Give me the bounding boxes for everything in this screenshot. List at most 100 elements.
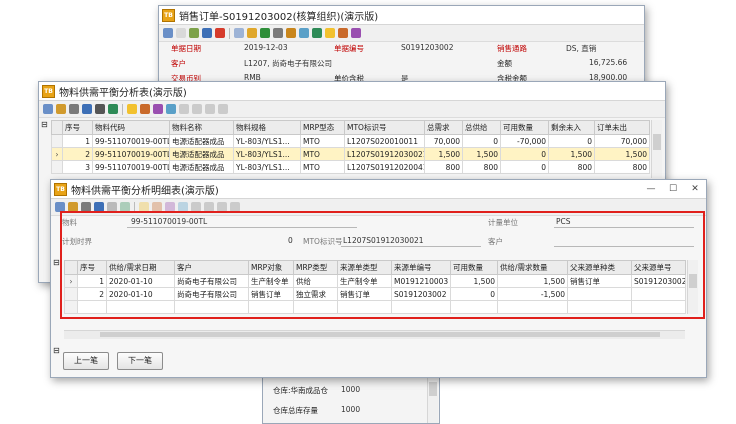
maximize-icon[interactable]: ☐ [662,184,684,194]
copy-icon[interactable] [234,28,244,38]
close-icon[interactable]: ✕ [684,184,706,194]
column-header[interactable]: 客户 [174,260,249,275]
column-header[interactable]: 父来源单号 [631,260,686,275]
home-icon[interactable] [140,104,150,114]
scrollbar-thumb[interactable] [653,134,661,150]
chat-icon[interactable] [153,104,163,114]
column-header[interactable]: MRP对象 [248,260,294,275]
last-record-icon[interactable] [218,104,228,114]
delete-icon[interactable] [215,28,225,38]
channel-value[interactable]: DS, 直销 [566,43,596,54]
sales-order-titlebar[interactable]: TB 销售订单-S0191203002(核算组织)(演示版) [159,6,644,25]
report-icon[interactable] [299,28,309,38]
column-header[interactable]: 来源单编号 [391,260,451,275]
column-header[interactable]: MRP型态 [300,120,345,135]
next-record-icon[interactable] [205,104,215,114]
search-icon[interactable] [163,28,173,38]
mail-icon[interactable] [338,28,348,38]
column-header[interactable]: 序号 [62,120,93,135]
minimize-icon[interactable]: — [640,184,662,194]
customer-value[interactable]: L1207, 尚奇电子有限公司 [244,58,332,69]
unit-value[interactable]: PCS [556,217,571,226]
column-header[interactable]: 物料代码 [92,120,170,135]
material-value[interactable]: 99-511070019-00TL [131,217,207,226]
balance-analysis-titlebar[interactable]: TB 物料供需平衡分析表(演示版) [39,82,665,101]
detail-grid-hscrollbar[interactable] [64,330,685,339]
scrollbar-thumb[interactable] [100,332,660,337]
grid-icon[interactable] [178,202,188,212]
save-icon[interactable] [202,28,212,38]
order-date-value[interactable]: 2019-12-03 [244,43,288,52]
prev-record-icon[interactable] [204,202,214,212]
new-doc-icon[interactable] [176,28,186,38]
prev-record-icon[interactable] [192,104,202,114]
table-row-selected[interactable]: › 1 2020-01-10 尚奇电子有限公司 生产制令单 供给 生产制令单 M… [64,274,686,288]
table-row[interactable]: 2 2020-01-10 尚奇电子有限公司 销售订单 独立需求 销售订单 S01… [64,287,686,301]
home-icon[interactable] [152,202,162,212]
column-header[interactable]: 可用数量 [450,260,498,275]
find-icon[interactable] [94,202,104,212]
balance-detail-titlebar[interactable]: TB 物料供需平衡分析明细表(演示版) — ☐ ✕ [51,180,706,199]
approve-icon[interactable] [260,28,270,38]
excel-icon[interactable] [120,202,130,212]
star-icon[interactable] [325,28,335,38]
print-icon[interactable] [69,104,79,114]
prev-record-button[interactable]: 上一笔 [63,352,109,370]
flag-icon[interactable] [247,28,257,38]
star-icon[interactable] [127,104,137,114]
scrollbar-thumb[interactable] [689,274,697,288]
column-header[interactable]: 物料规格 [233,120,301,135]
column-header[interactable]: 物料名称 [169,120,234,135]
row-indicator-arrow-icon[interactable]: › [64,274,78,288]
collapse-icon[interactable]: ⊟ [53,346,60,355]
column-header[interactable]: 总需求 [424,120,463,135]
table-row[interactable]: 3 99-511070019-00TL 电源适配器成品 YL-803/YLS1.… [51,160,650,174]
find-icon[interactable] [82,104,92,114]
column-header[interactable]: 供给/需求日期 [106,260,175,275]
balance-grid-scrollbar[interactable] [651,120,662,178]
column-header[interactable]: 总供给 [462,120,501,135]
column-header[interactable]: MTO标识号 [344,120,425,135]
column-header[interactable]: 供给/需求数量 [497,260,568,275]
print-icon[interactable] [81,202,91,212]
column-header[interactable]: 剩余未入 [548,120,595,135]
inventory-scrollbar[interactable] [427,378,438,423]
edit-icon[interactable] [189,28,199,38]
table-row[interactable]: 1 99-511070019-00TL 电源适配器成品 YL-803/YLS1.… [51,134,650,148]
column-header[interactable]: 来源单类型 [337,260,392,275]
row-indicator[interactable] [51,160,63,174]
column-header[interactable]: 父来源单种类 [567,260,632,275]
filter-icon[interactable] [56,104,66,114]
row-indicator[interactable] [64,287,78,301]
first-record-icon[interactable] [191,202,201,212]
link-icon[interactable] [286,28,296,38]
refresh-icon[interactable] [43,104,53,114]
next-record-icon[interactable] [217,202,227,212]
collapse-icon[interactable]: ⊟ [53,258,60,267]
scrollbar-thumb[interactable] [429,382,437,396]
column-header[interactable]: 序号 [77,260,107,275]
star-icon[interactable] [139,202,149,212]
row-indicator[interactable] [51,134,63,148]
row-indicator-arrow-icon[interactable]: › [51,147,63,161]
last-record-icon[interactable] [230,202,240,212]
grid-icon[interactable] [166,104,176,114]
filter-icon[interactable] [68,202,78,212]
next-record-button[interactable]: 下一笔 [117,352,163,370]
excel-icon[interactable] [312,28,322,38]
binoculars-icon[interactable] [107,202,117,212]
plan-horizon-value[interactable]: 0 [288,236,293,245]
refresh-icon[interactable] [55,202,65,212]
detail-grid-scrollbar[interactable] [687,260,698,314]
column-header[interactable]: MRP类型 [293,260,338,275]
first-record-icon[interactable] [179,104,189,114]
table-row-selected[interactable]: › 2 99-511070019-00TL 电源适配器成品 YL-803/YLS… [51,147,650,161]
order-no-value[interactable]: S0191203002 [401,43,453,52]
collapse-icon[interactable]: ⊟ [41,120,48,129]
mto-value[interactable]: L1207S01912030021 [343,236,424,245]
exit-icon[interactable] [351,28,361,38]
excel-icon[interactable] [108,104,118,114]
print-icon[interactable] [273,28,283,38]
column-header[interactable]: 订单未出 [594,120,650,135]
chat-icon[interactable] [165,202,175,212]
